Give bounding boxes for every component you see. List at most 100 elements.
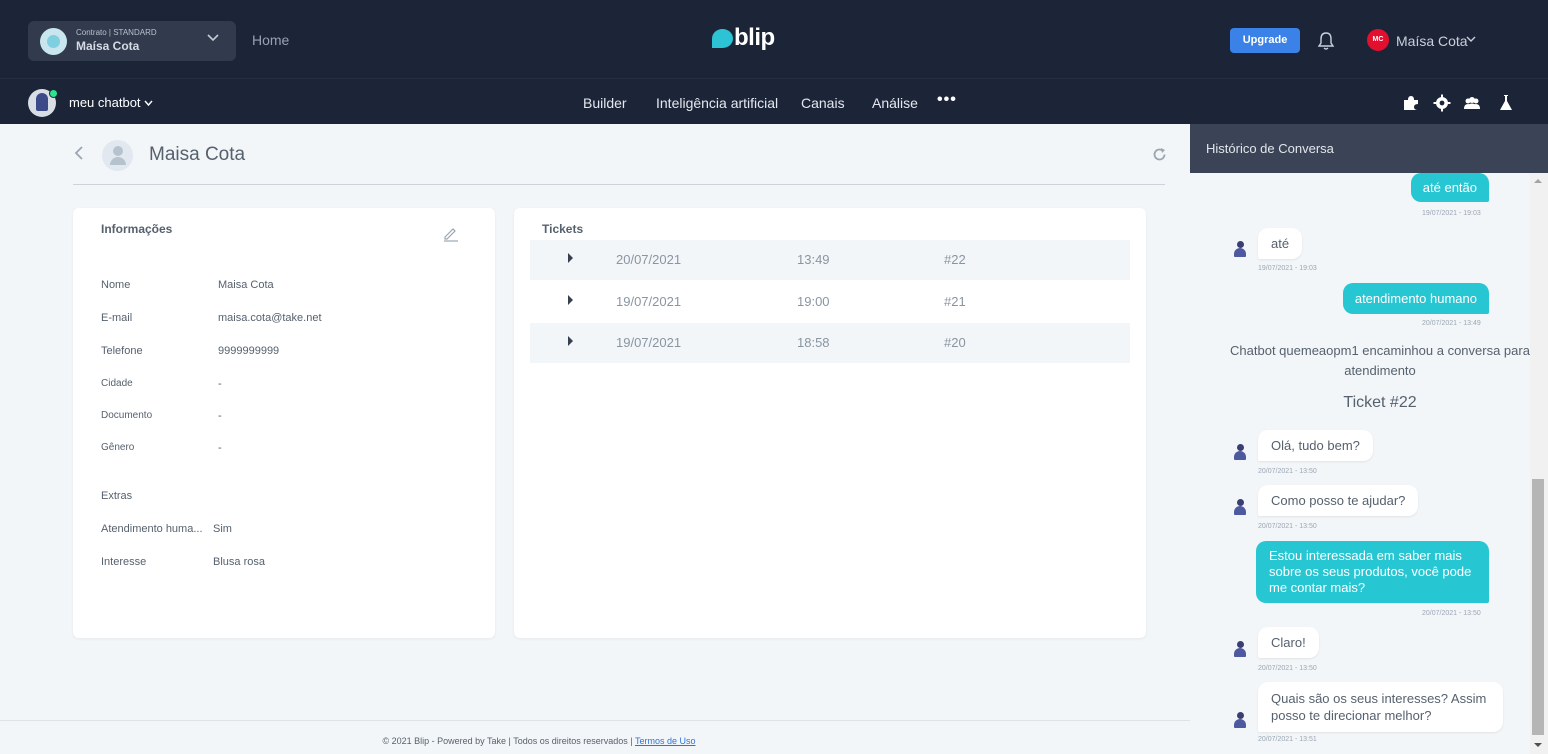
bot-navigation: meu chatbot Builder Inteligência artific…: [0, 78, 1548, 124]
information-card: Informações Nome Maisa Cota E-mail maisa…: [73, 208, 495, 638]
bot-selector[interactable]: meu chatbot: [69, 95, 153, 110]
contact-avatar-icon: [1230, 710, 1250, 730]
outgoing-message: atendimento humano: [1342, 283, 1489, 314]
tickets-title: Tickets: [542, 222, 584, 236]
incoming-message: Como posso te ajudar?: [1258, 485, 1419, 516]
online-status-icon: [49, 89, 58, 98]
message-timestamp: 20/07/2021 - 13:50: [1258, 523, 1317, 530]
home-link[interactable]: Home: [252, 32, 289, 48]
nav-builder[interactable]: Builder: [583, 95, 627, 111]
extra-label: Atendimento huma...: [101, 523, 203, 535]
contact-avatar-icon: [1230, 639, 1250, 659]
incoming-message: Quais são os seus interesses? Assim poss…: [1258, 682, 1503, 732]
chevron-down-icon[interactable]: [1465, 33, 1477, 48]
ticket-time: 19:00: [797, 294, 830, 309]
extra-value: Sim: [213, 523, 232, 535]
message-timestamp: 20/07/2021 - 13:50: [1258, 665, 1317, 672]
bell-icon[interactable]: [1317, 31, 1335, 51]
flask-icon[interactable]: [1497, 94, 1515, 112]
contract-label: Contrato | STANDARD: [76, 28, 157, 37]
ticket-id: #21: [944, 294, 966, 309]
ticket-id: #22: [944, 252, 966, 267]
ticket-date: 19/07/2021: [616, 335, 682, 350]
ticket-label: Ticket #22: [1343, 394, 1417, 411]
extra-label: Interesse: [101, 556, 147, 568]
incoming-message: até: [1258, 228, 1303, 259]
main-content: Maisa Cota Informações Nome Maisa Cota E…: [0, 124, 1190, 754]
copyright-text: © 2021 Blip - Powered by Take | Todos os…: [382, 736, 633, 746]
footer-text: © 2021 Blip - Powered by Take | Todos os…: [0, 736, 1078, 746]
ticket-time: 18:58: [797, 335, 830, 350]
extras-title: Extras: [101, 490, 133, 502]
upgrade-button[interactable]: Upgrade: [1230, 28, 1300, 53]
top-bar: Contrato | STANDARD Maísa Cota Home blip…: [0, 0, 1548, 78]
ticket-row[interactable]: 19/07/2021 19:00 #21: [530, 282, 1130, 322]
ticket-row[interactable]: 20/07/2021 13:49 #22: [530, 240, 1130, 280]
field-value: 9999999999: [218, 345, 280, 357]
message-timestamp: 20/07/2021 - 13:49: [1422, 320, 1481, 327]
caret-right-icon[interactable]: [568, 295, 573, 305]
caret-right-icon[interactable]: [568, 336, 573, 346]
puzzle-icon[interactable]: [1402, 94, 1420, 112]
message-timestamp: 19/07/2021 - 19:03: [1258, 265, 1317, 272]
bot-name: meu chatbot: [69, 95, 141, 110]
message-timestamp: 19/07/2021 - 19:03: [1422, 210, 1481, 217]
ticket-date: 19/07/2021: [616, 294, 682, 309]
blip-bubble-icon: [712, 29, 733, 48]
field-value: -: [218, 378, 222, 390]
incoming-message: Claro!: [1258, 627, 1319, 658]
ticket-time: 13:49: [797, 252, 830, 267]
history-scrollbar[interactable]: [1530, 173, 1548, 754]
field-value: -: [218, 410, 222, 422]
message-timestamp: 20/07/2021 - 13:50: [1422, 610, 1481, 617]
tickets-card: Tickets 20/07/2021 13:49 #22 19/07/2021 …: [514, 208, 1146, 638]
ticket-row[interactable]: 19/07/2021 18:58 #20: [530, 323, 1130, 363]
contact-avatar-icon: [1230, 497, 1250, 517]
back-icon[interactable]: [74, 146, 84, 165]
field-label: Documento: [101, 410, 153, 421]
contract-name: Maísa Cota: [76, 39, 140, 53]
gear-icon[interactable]: [1433, 94, 1451, 112]
field-value: maisa.cota@take.net: [218, 312, 322, 324]
user-name[interactable]: Maísa Cota: [1396, 33, 1468, 49]
nav-analysis[interactable]: Análise: [872, 95, 918, 111]
chevron-down-icon: [144, 95, 153, 110]
ticket-id: #20: [944, 335, 966, 350]
field-label: Cidade: [101, 378, 133, 389]
field-value: Maisa Cota: [218, 279, 274, 291]
field-label: Nome: [101, 279, 131, 291]
team-icon[interactable]: [1463, 94, 1481, 112]
nav-channels[interactable]: Canais: [801, 95, 845, 111]
footer: © 2021 Blip - Powered by Take | Todos os…: [0, 720, 1190, 754]
contact-avatar-icon: [1230, 239, 1250, 259]
outgoing-message: Estou interessada em saber mais sobre os…: [1256, 541, 1489, 603]
user-avatar[interactable]: MC: [1367, 29, 1389, 51]
scroll-thumb[interactable]: [1532, 479, 1544, 735]
incoming-message: Olá, tudo bem?: [1258, 430, 1373, 461]
message-timestamp: 20/07/2021 - 13:50: [1258, 468, 1317, 475]
field-value: -: [218, 442, 222, 454]
field-label: Telefone: [101, 345, 143, 357]
more-icon[interactable]: •••: [937, 91, 957, 109]
refresh-icon[interactable]: [1152, 147, 1167, 162]
nav-ai[interactable]: Inteligência artificial: [656, 95, 778, 111]
contact-avatar-icon: [1230, 442, 1250, 462]
caret-right-icon[interactable]: [568, 253, 573, 263]
scroll-down-arrow-icon[interactable]: [1534, 743, 1542, 747]
history-header: Histórico de Conversa: [1190, 124, 1548, 173]
field-label: E-mail: [101, 312, 133, 324]
chevron-down-icon: [206, 30, 220, 47]
blip-logo-text: blip: [734, 24, 775, 51]
field-label: Gênero: [101, 442, 135, 453]
scroll-up-arrow-icon[interactable]: [1534, 179, 1542, 183]
pencil-icon[interactable]: [442, 224, 460, 242]
ticket-date: 20/07/2021: [616, 252, 682, 267]
information-title: Informações: [101, 222, 173, 236]
extra-value: Blusa rosa: [213, 556, 265, 568]
terms-link[interactable]: Termos de Uso: [635, 736, 696, 746]
contract-logo-icon: [40, 28, 67, 55]
contract-selector[interactable]: Contrato | STANDARD Maísa Cota: [28, 21, 236, 61]
contact-name: Maisa Cota: [149, 144, 246, 165]
conversation-history: até então 19/07/2021 - 19:03 até 19/07/2…: [1190, 173, 1548, 754]
message-timestamp: 20/07/2021 - 13:51: [1258, 736, 1317, 743]
